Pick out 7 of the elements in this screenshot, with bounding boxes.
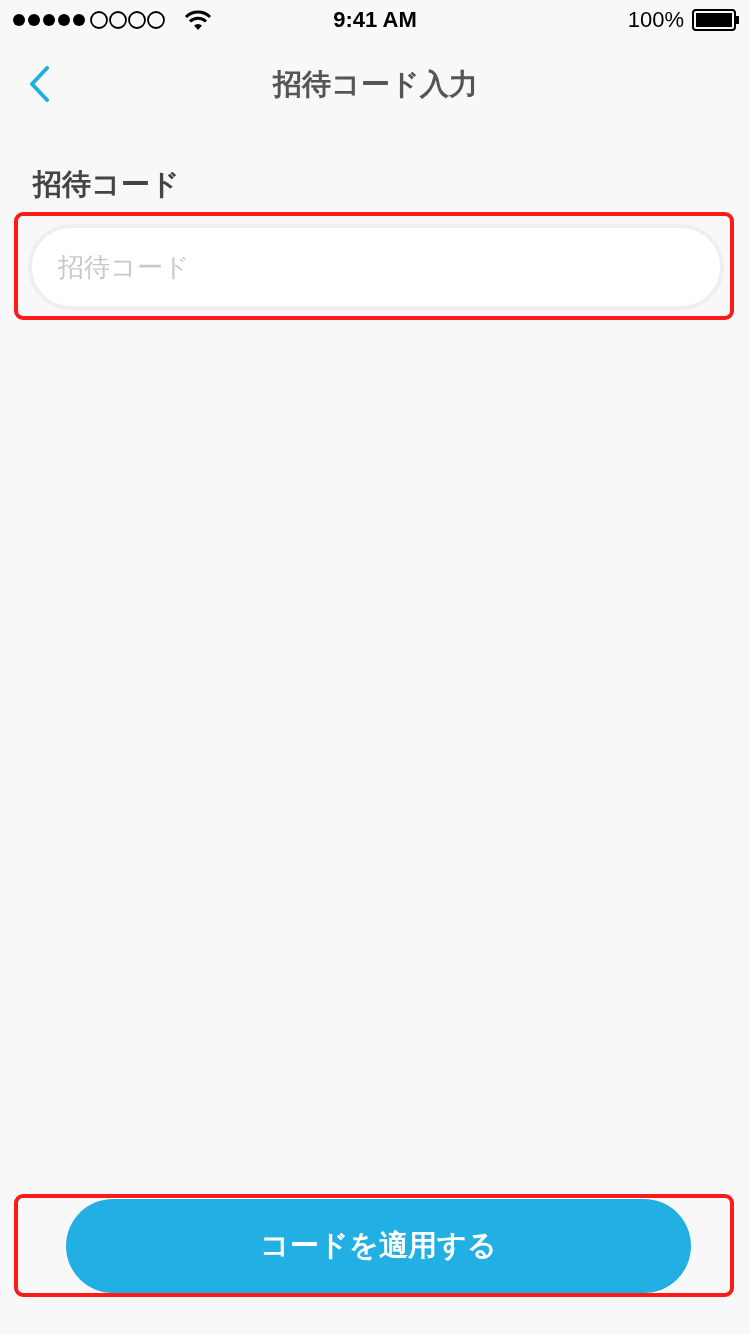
screen-title: 招待コード入力 [272, 66, 478, 103]
battery-icon [692, 9, 740, 31]
wifi-icon [184, 9, 212, 31]
status-time: 9:41 AM [333, 7, 417, 33]
field-label: 招待コード [33, 166, 181, 203]
apply-button[interactable]: コードを適用する [66, 1199, 691, 1293]
battery-percentage: 100% [627, 7, 684, 33]
